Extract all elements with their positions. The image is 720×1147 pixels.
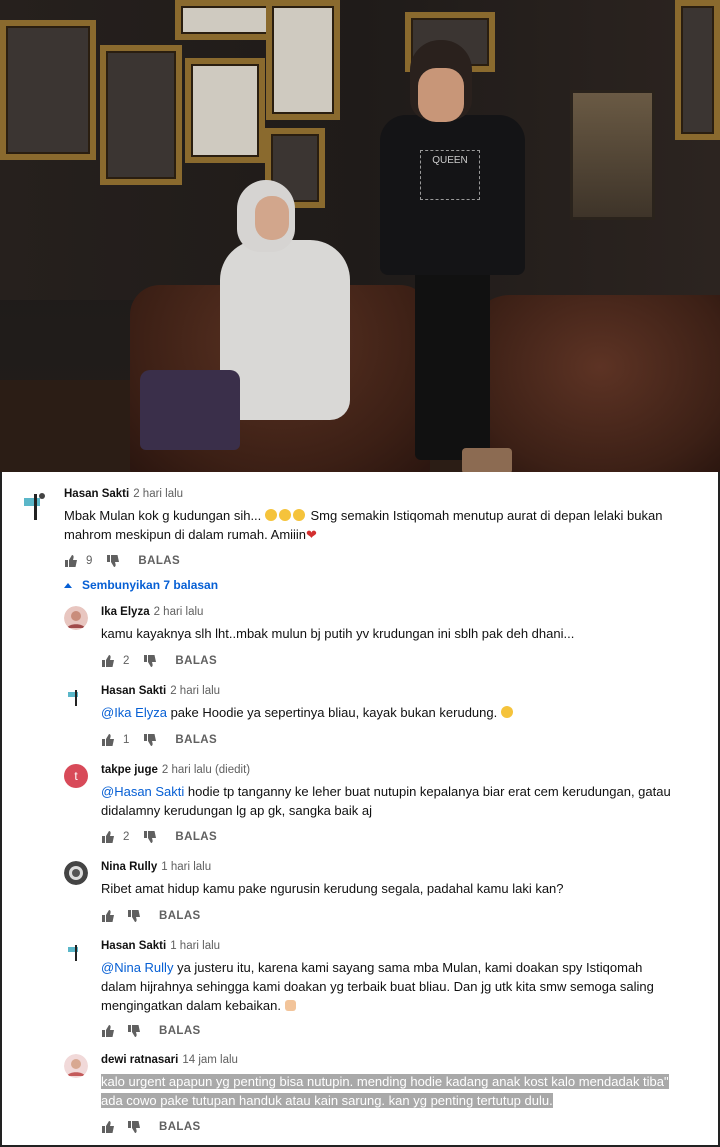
comment-time[interactable]: 2 hari lalu [133, 488, 183, 500]
hallway-door [570, 90, 655, 220]
mention-link[interactable]: @Ika Elyza [101, 705, 167, 720]
thumbs-up-icon[interactable] [101, 1024, 115, 1038]
shirt-print: QUEEN [420, 150, 480, 200]
comment-text: @Hasan Sakti hodie tp tanganny ke leher … [101, 784, 671, 818]
woman-in-hoodie [215, 180, 385, 430]
avatar[interactable] [64, 685, 88, 709]
hide-replies-button[interactable]: Sembunyikan 7 balasan [64, 578, 218, 592]
like-count: 1 [123, 734, 130, 746]
reply-button[interactable]: BALAS [159, 910, 201, 922]
thumbs-down-icon[interactable] [143, 830, 157, 844]
reply-button[interactable]: BALAS [175, 734, 217, 746]
comment-actions: 2 BALAS [101, 652, 217, 670]
avatar[interactable] [64, 861, 88, 885]
grinning-emoji-icon [500, 706, 513, 718]
wall-picture-frame [266, 0, 340, 120]
comment-author[interactable]: Hasan Sakti 2 hari lalu [101, 685, 220, 697]
wall-picture-frame [675, 0, 720, 140]
thumbs-down-icon[interactable] [143, 654, 157, 668]
hasan-sakti-avatar-icon [16, 486, 56, 526]
avatar[interactable] [16, 486, 56, 526]
thumbs-up-icon[interactable] [64, 554, 78, 568]
like-count: 9 [86, 555, 93, 567]
reply-button[interactable]: BALAS [138, 555, 180, 567]
thumbs-up-icon[interactable] [101, 830, 115, 844]
like-count: 2 [123, 655, 130, 667]
comment-actions: 2 BALAS [101, 828, 217, 846]
comment-text: kalo urgent apapun yg penting bisa nutup… [101, 1072, 681, 1110]
comment-author[interactable]: Ika Elyza 2 hari lalu [101, 606, 203, 618]
laughing-emoji-icon [278, 509, 291, 521]
comment-time[interactable]: 1 hari lalu [161, 861, 211, 873]
reply-button[interactable]: BALAS [175, 831, 217, 843]
reply-button[interactable]: BALAS [159, 1121, 201, 1133]
reply-button[interactable]: BALAS [175, 655, 217, 667]
video-frame[interactable]: QUEEN [0, 0, 720, 472]
comment-text: Ribet amat hidup kamu pake ngurusin keru… [101, 881, 564, 896]
mention-link[interactable]: @Hasan Sakti [101, 784, 184, 799]
reply-button[interactable]: BALAS [159, 1025, 201, 1037]
comment-text: Mbak Mulan kok g kudungan sih... Smg sem… [64, 508, 663, 542]
selected-text: kalo urgent apapun yg penting bisa nutup… [101, 1074, 669, 1108]
comment-time[interactable]: 2 hari lalu [154, 606, 204, 618]
wall-picture-frame [100, 45, 182, 185]
mention-link[interactable]: @Nina Rully [101, 960, 173, 975]
avatar[interactable] [64, 1054, 88, 1078]
comment-actions: BALAS [101, 907, 201, 925]
thumbs-up-icon[interactable] [101, 1120, 115, 1134]
comment-time[interactable]: 2 hari lalu [170, 685, 220, 697]
profile-photo-icon [64, 1054, 88, 1078]
like-count: 2 [123, 831, 130, 843]
wall-picture-frame [0, 20, 96, 160]
comment-time[interactable]: 2 hari lalu (diedit) [162, 764, 250, 776]
thumbs-up-icon[interactable] [101, 909, 115, 923]
thumbs-down-icon[interactable] [127, 1120, 141, 1134]
man-in-black-shirt: QUEEN [380, 40, 540, 460]
comment-text: @Ika Elyza pake Hoodie ya sepertinya bli… [101, 703, 681, 722]
comment-actions: BALAS [101, 1022, 201, 1040]
laughing-emoji-icon [264, 509, 277, 521]
avatar[interactable] [64, 606, 88, 630]
thumbs-up-icon[interactable] [101, 654, 115, 668]
thumbs-down-icon[interactable] [127, 1024, 141, 1038]
comment-author[interactable]: takpe juge 2 hari lalu (diedit) [101, 764, 250, 776]
comment-time[interactable]: 1 hari lalu [170, 940, 220, 952]
thumbs-down-icon[interactable] [127, 909, 141, 923]
wall-picture-frame [185, 58, 265, 163]
comment-author[interactable]: Hasan Sakti 1 hari lalu [101, 940, 220, 952]
comment-text: kamu kayaknya slh lht..mbak mulun bj put… [101, 626, 575, 641]
profile-photo-icon [64, 606, 88, 630]
comment-text: @Nina Rully ya justeru itu, karena kami … [101, 960, 654, 1013]
laughing-emoji-icon [292, 509, 305, 521]
comment-actions: BALAS [101, 1118, 201, 1136]
thumbs-up-icon[interactable] [101, 733, 115, 747]
avatar[interactable]: t [64, 764, 88, 788]
purple-handbag [140, 370, 240, 450]
heart-icon: ❤ [306, 527, 317, 542]
avatar[interactable] [64, 940, 88, 964]
comment-author[interactable]: dewi ratnasari 14 jam lalu [101, 1054, 238, 1066]
comment-author[interactable]: Nina Rully 1 hari lalu [101, 861, 211, 873]
comment-author[interactable]: Hasan Sakti 2 hari lalu [64, 488, 183, 500]
ok-hand-emoji-icon [284, 1000, 296, 1011]
comment-time[interactable]: 14 jam lalu [182, 1054, 238, 1066]
comment-actions: 9 BALAS [64, 552, 180, 570]
thumbs-down-icon[interactable] [106, 554, 120, 568]
profile-photo-icon [64, 861, 88, 885]
comments-section: Hasan Sakti 2 hari lalu Mbak Mulan kok g … [0, 472, 720, 1147]
caret-up-icon [64, 582, 72, 588]
thumbs-down-icon[interactable] [143, 733, 157, 747]
avatar-letter: t [74, 769, 78, 783]
hasan-sakti-avatar-icon [64, 685, 88, 709]
hasan-sakti-avatar-icon [64, 940, 88, 964]
drink-cup [462, 448, 512, 472]
comment-actions: 1 BALAS [101, 731, 217, 749]
